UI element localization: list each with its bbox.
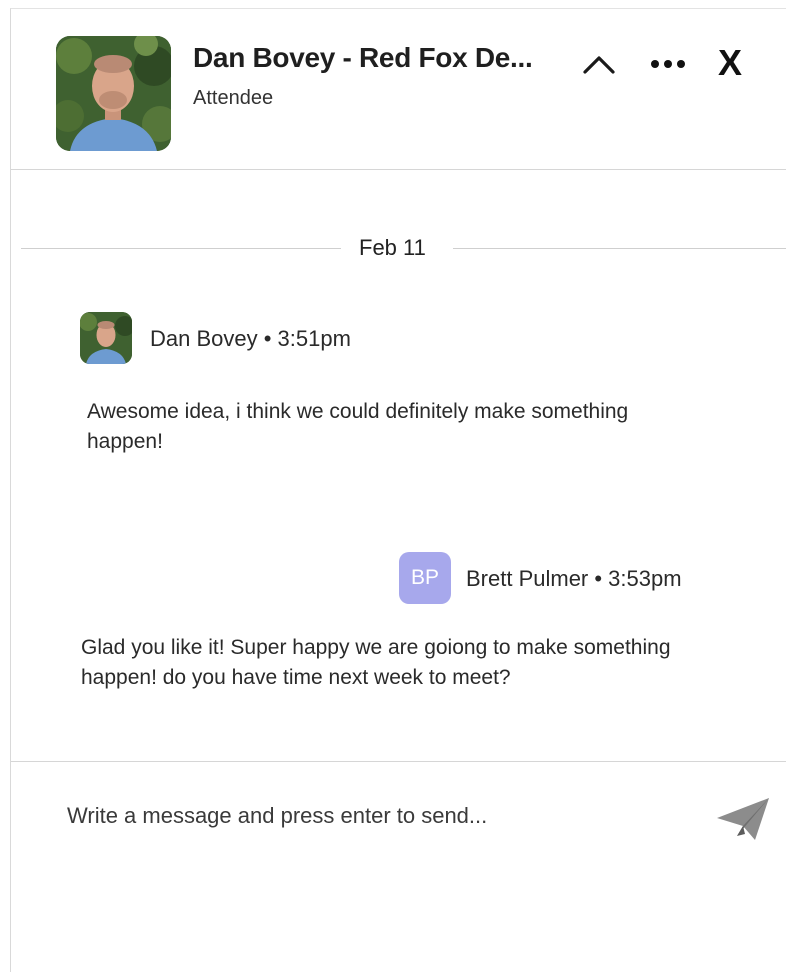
send-button[interactable]: [715, 792, 771, 844]
collapse-button[interactable]: [577, 47, 621, 81]
contact-name: Dan Bovey - Red Fox De...: [193, 42, 533, 73]
contact-role: Attendee: [193, 87, 274, 109]
message-meta: Dan Bovey • 3:51pm: [150, 326, 351, 351]
date-divider: Feb 11: [11, 233, 786, 263]
divider-line-left: [21, 248, 341, 249]
contact-avatar[interactable]: [56, 36, 171, 151]
sender-photo: [80, 312, 132, 364]
message-text: Awesome idea, i think we could definitel…: [87, 400, 629, 453]
chat-panel: Dan Bovey - Red Fox De... Attendee X Feb…: [10, 8, 786, 972]
message-composer: [11, 761, 786, 972]
more-options-button[interactable]: [645, 49, 691, 79]
message-meta: Brett Pulmer • 3:53pm: [466, 566, 682, 591]
contact-photo: [56, 36, 171, 151]
chat-header: Dan Bovey - Red Fox De... Attendee X: [11, 9, 786, 170]
initials-avatar[interactable]: BP: [399, 552, 451, 604]
chevron-up-icon: [583, 56, 615, 74]
paper-plane-icon: [717, 798, 769, 840]
more-horizontal-icon: [651, 60, 685, 68]
message-text: Glad you like it! Super happy we are goi…: [81, 636, 671, 689]
sender-avatar[interactable]: [80, 312, 132, 364]
message-input[interactable]: [67, 796, 667, 836]
divider-line-right: [453, 248, 786, 249]
date-label: Feb 11: [359, 235, 426, 260]
close-button[interactable]: X: [708, 41, 752, 85]
